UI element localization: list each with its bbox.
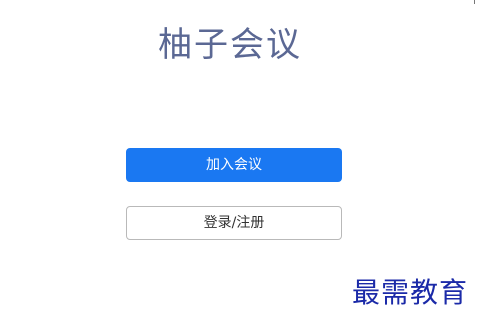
watermark-text: 最需教育 — [352, 276, 469, 309]
window-corner-mark — [474, 0, 475, 4]
login-register-button[interactable]: 登录/注册 — [126, 206, 342, 240]
join-meeting-button[interactable]: 加入会议 — [126, 148, 342, 182]
app-title: 柚子会议 — [158, 25, 302, 65]
